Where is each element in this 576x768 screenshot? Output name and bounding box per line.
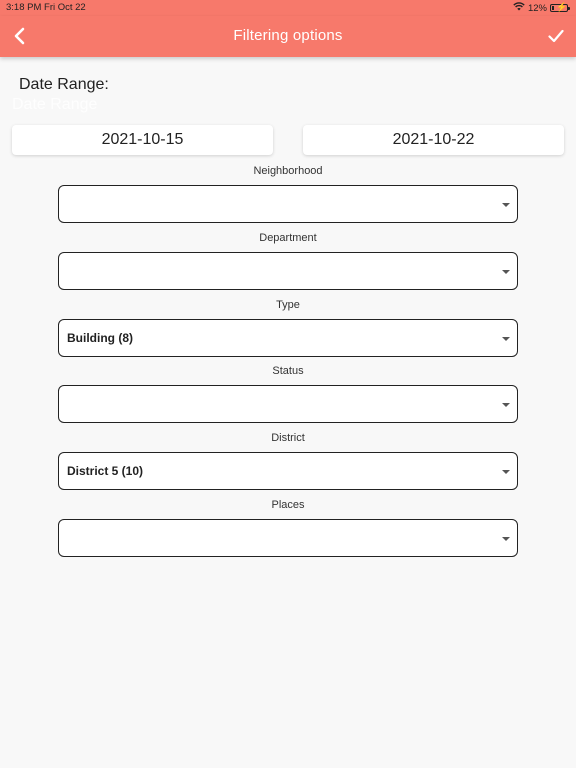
district-value: District 5 (10)	[67, 464, 144, 478]
caret-down-icon	[502, 537, 510, 541]
neighborhood-dropdown[interactable]	[58, 185, 518, 223]
department-dropdown[interactable]	[58, 252, 518, 290]
caret-down-icon	[502, 337, 510, 341]
checkmark-icon	[548, 29, 564, 43]
type-label: Type	[276, 299, 300, 311]
caret-down-icon	[502, 203, 510, 207]
status-indicators: 12% ⚡	[513, 2, 570, 14]
caret-down-icon	[502, 270, 510, 274]
status-label: Status	[272, 365, 304, 377]
end-date-field[interactable]: 2021-10-22	[303, 125, 564, 155]
status-time: 3:18 PM Fri Oct 22	[6, 2, 86, 13]
battery-percent: 12%	[527, 2, 547, 14]
battery-icon: ⚡	[550, 2, 570, 12]
app-bar: Filtering options	[0, 16, 576, 57]
status-bar: 3:18 PM Fri Oct 22 12% ⚡	[0, 0, 576, 16]
start-date-field[interactable]: 2021-10-15	[12, 125, 273, 155]
neighborhood-label: Neighborhood	[253, 165, 323, 177]
date-range-label: Date Range:	[19, 76, 109, 93]
department-label: Department	[259, 232, 317, 244]
places-dropdown[interactable]	[58, 519, 518, 557]
district-dropdown[interactable]: District 5 (10)	[58, 452, 518, 490]
caret-down-icon	[502, 470, 510, 474]
type-dropdown[interactable]: Building (8)	[58, 319, 518, 357]
places-label: Places	[271, 499, 305, 511]
wifi-icon	[513, 2, 525, 14]
status-dropdown[interactable]	[58, 385, 518, 423]
page-title: Filtering options	[233, 27, 343, 44]
confirm-button[interactable]	[544, 24, 568, 48]
district-label: District	[271, 432, 305, 444]
type-value: Building (8)	[67, 331, 133, 345]
date-range-ghost-label: Date Range	[12, 96, 98, 113]
caret-down-icon	[502, 403, 510, 407]
